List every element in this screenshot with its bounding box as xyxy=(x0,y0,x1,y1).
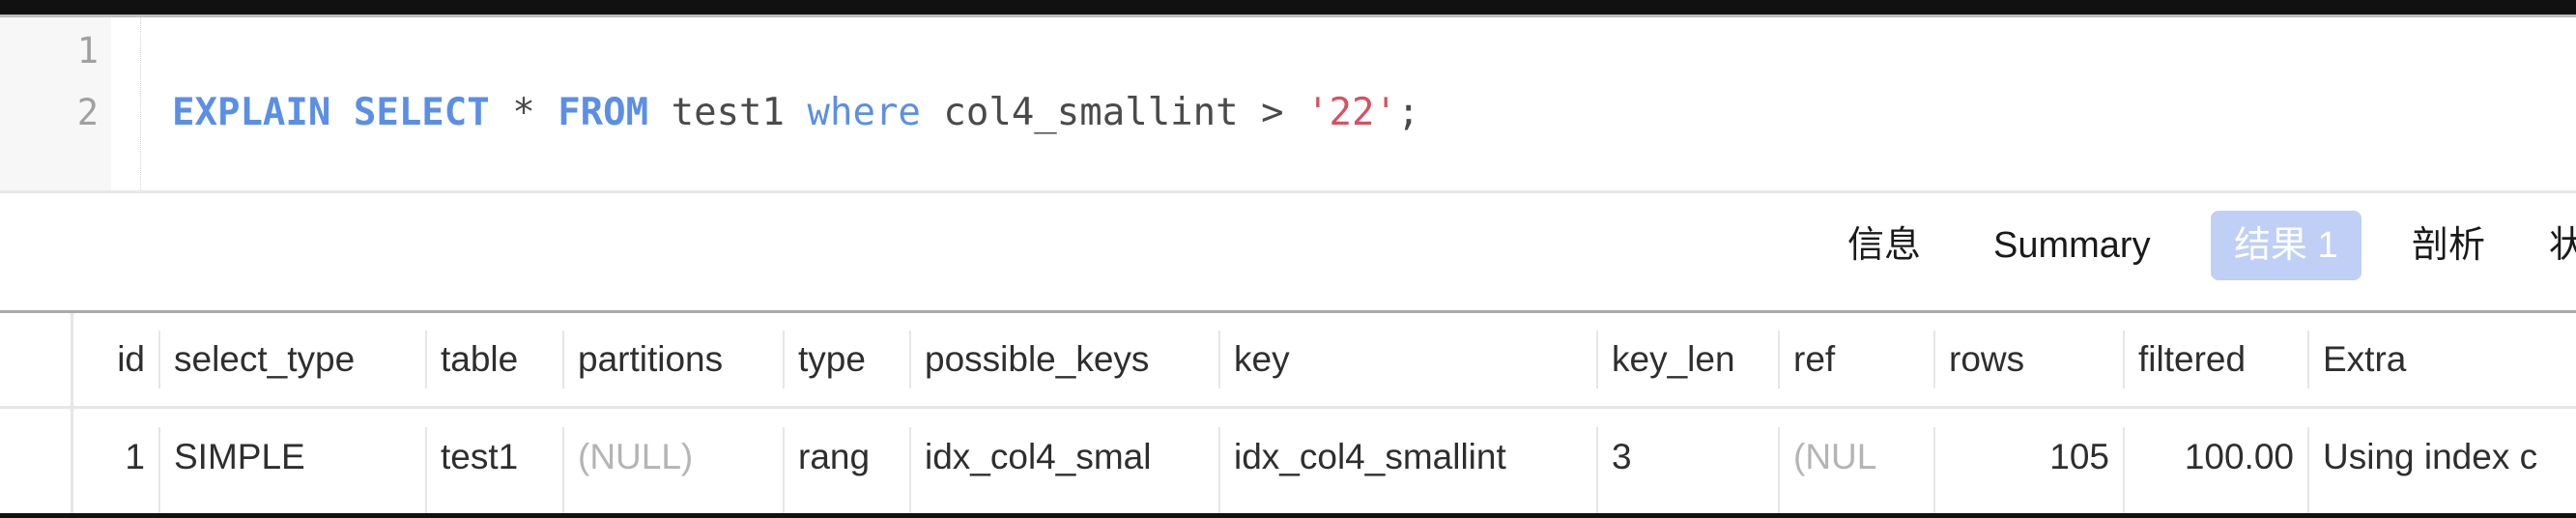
cell-partitions[interactable]: (NULL) xyxy=(564,409,783,513)
cell-divider xyxy=(783,427,785,513)
statement-terminator: ; xyxy=(1397,91,1420,134)
column-divider[interactable] xyxy=(909,331,911,388)
column-header-type[interactable]: type xyxy=(785,313,909,406)
tab-profile[interactable]: 剖析 xyxy=(2412,211,2485,280)
column-header-partitions[interactable]: partitions xyxy=(564,313,783,406)
keyword-select: SELECT xyxy=(353,91,490,134)
select-star: * xyxy=(489,91,558,134)
window-top-bar xyxy=(0,0,2576,14)
cell-key[interactable]: idx_col4_smallint xyxy=(1220,409,1596,513)
result-grid: id select_type table partitions type pos… xyxy=(0,313,2576,513)
column-header-extra[interactable]: Extra xyxy=(2309,313,2576,406)
cell-divider xyxy=(1778,427,1780,513)
cell-divider xyxy=(158,427,160,513)
column-divider[interactable] xyxy=(1933,331,1935,388)
column-header-table[interactable]: table xyxy=(427,313,562,406)
row-header-gutter xyxy=(0,313,73,513)
column-header-id[interactable]: id xyxy=(73,313,158,406)
tab-info[interactable]: 信息 xyxy=(1847,211,1921,280)
code-line-2[interactable]: EXPLAIN SELECT * FROM test1 where col4_s… xyxy=(172,82,1419,144)
cell-divider xyxy=(562,427,564,513)
column-divider[interactable] xyxy=(1596,331,1598,388)
cell-divider xyxy=(1218,427,1220,513)
column-divider[interactable] xyxy=(2123,331,2125,388)
cell-rows[interactable]: 105 xyxy=(1935,409,2123,513)
tab-summary[interactable]: Summary xyxy=(1993,211,2151,280)
cell-divider xyxy=(909,427,911,513)
column-divider[interactable] xyxy=(425,331,427,388)
column-divider[interactable] xyxy=(1778,331,1780,388)
column-divider[interactable] xyxy=(783,331,785,388)
column-header-possible-keys[interactable]: possible_keys xyxy=(911,313,1218,406)
cell-key-len[interactable]: 3 xyxy=(1598,409,1778,513)
cell-divider xyxy=(425,427,427,513)
cell-divider xyxy=(1933,427,1935,513)
tab-result-1[interactable]: 结果 1 xyxy=(2211,211,2361,280)
column-header-rows[interactable]: rows xyxy=(1935,313,2123,406)
cell-divider xyxy=(2123,427,2125,513)
cell-type[interactable]: rang xyxy=(785,409,909,513)
keyword-where: where xyxy=(807,91,921,134)
cell-extra[interactable]: Using index c xyxy=(2309,409,2576,513)
column-divider[interactable] xyxy=(562,331,564,388)
line-number-gutter: 1 2 xyxy=(0,17,111,190)
line-number: 2 xyxy=(76,92,99,133)
cell-divider xyxy=(1596,427,1598,513)
column-divider[interactable] xyxy=(2307,331,2309,388)
cell-table[interactable]: test1 xyxy=(427,409,562,513)
keyword-explain: EXPLAIN xyxy=(172,91,331,134)
keyword-from: FROM xyxy=(558,91,649,134)
column-divider[interactable] xyxy=(1218,331,1220,388)
table-name: test1 xyxy=(648,91,808,134)
window-bottom-bar xyxy=(0,513,2576,518)
condition-column: col4_smallint > xyxy=(920,91,1307,134)
column-header-key-len[interactable]: key_len xyxy=(1598,313,1778,406)
string-literal: '22' xyxy=(1306,91,1397,134)
cell-filtered[interactable]: 100.00 xyxy=(2125,409,2307,513)
cell-id[interactable]: 1 xyxy=(73,409,158,513)
cell-ref[interactable]: (NUL xyxy=(1780,409,1933,513)
column-divider[interactable] xyxy=(158,331,160,388)
indent-guide xyxy=(140,17,141,190)
line-number: 1 xyxy=(76,30,99,72)
tab-status[interactable]: 状 xyxy=(2549,211,2576,280)
column-header-filtered[interactable]: filtered xyxy=(2125,313,2307,406)
column-header-ref[interactable]: ref xyxy=(1780,313,1933,406)
cell-possible-keys[interactable]: idx_col4_smal xyxy=(911,409,1218,513)
cell-divider xyxy=(2307,427,2309,513)
result-tab-bar: 信息 Summary 结果 1 剖析 状 xyxy=(0,193,2576,313)
column-header-key[interactable]: key xyxy=(1220,313,1596,406)
column-header-select-type[interactable]: select_type xyxy=(160,313,425,406)
cell-select-type[interactable]: SIMPLE xyxy=(160,409,425,513)
sql-editor[interactable]: 1 2 EXPLAIN SELECT * FROM test1 where co… xyxy=(0,17,2576,193)
